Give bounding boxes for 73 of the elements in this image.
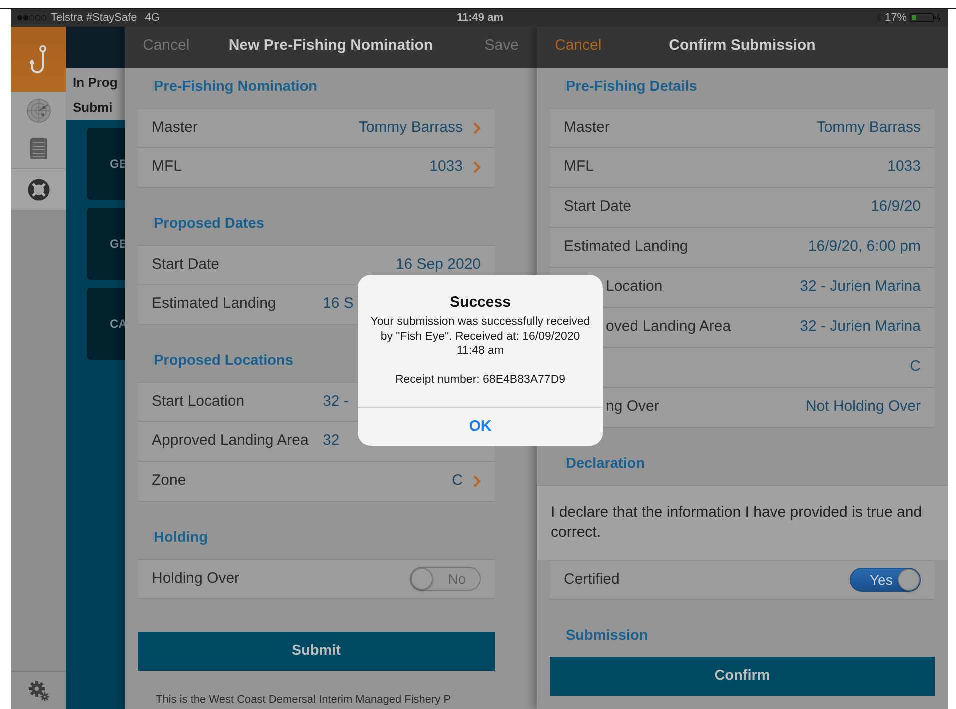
field-label: Approved Landing Area	[152, 431, 310, 452]
field-value: 16 Sep 2020	[396, 254, 481, 275]
field-label: oved Landing Area	[606, 317, 732, 338]
network-type: 4G	[145, 10, 160, 26]
field-label: Estimated Landing	[564, 237, 688, 258]
field-label: Start Date	[152, 254, 220, 275]
list-item[interactable]: Submi	[73, 95, 125, 120]
field-value: C	[452, 471, 463, 492]
battery-icon	[910, 13, 942, 23]
section-header: Declaration	[566, 455, 645, 474]
form-row[interactable]: Zone C	[138, 462, 495, 502]
field-value: 32 -	[323, 392, 349, 412]
form-row[interactable]: MFL 1033	[138, 148, 495, 188]
form-row[interactable]: MFL 1033	[550, 148, 935, 188]
form-row[interactable]: Start Date 16 Sep 2020	[138, 245, 495, 285]
field-label: Master	[564, 118, 610, 138]
field-label: MFL	[152, 157, 182, 178]
carrier-name: Telstra #StaySafe	[51, 10, 138, 26]
form-row[interactable]: Master Tommy Barrass	[138, 108, 495, 148]
lifebuoy-icon[interactable]	[28, 178, 50, 200]
section-header: Pre-Fishing Nomination	[154, 78, 318, 98]
field-label: Holding Over	[152, 568, 240, 589]
field-label: Start Location	[152, 392, 246, 412]
field-label: Master	[152, 118, 198, 138]
cancel-button[interactable]: Cancel	[555, 34, 602, 57]
section-header: Pre-Fishing Details	[566, 78, 698, 98]
list-item[interactable]: In Prog	[73, 70, 125, 95]
field-label: Zone	[152, 471, 186, 492]
section-header: Proposed Locations	[154, 352, 294, 372]
field-value: 32 - Jurien Marina	[800, 277, 921, 298]
field-value: Tommy Barrass	[816, 118, 921, 138]
field-value: C	[910, 357, 921, 378]
field-value: 32 - Jurien Marina	[800, 317, 921, 338]
form-row[interactable]: Estimated Landing 16/9/20, 6:00 pm	[550, 228, 935, 268]
field-value: 1033	[888, 157, 921, 178]
form-row[interactable]: Certified Yes	[550, 560, 935, 600]
section-header: Submission	[566, 627, 648, 646]
signal-icon	[17, 15, 47, 21]
section-header: Proposed Dates	[154, 215, 264, 234]
section-header: Holding	[154, 529, 208, 548]
ok-button[interactable]: OK	[358, 407, 603, 446]
field-value: 16/9/20, 6:00 pm	[808, 237, 921, 258]
form-row[interactable]: Start Date 16/9/20	[550, 188, 935, 228]
confirm-button[interactable]: Confirm	[550, 657, 935, 696]
clock-time: 11:49 am	[457, 10, 504, 26]
save-button[interactable]: Save	[484, 34, 519, 57]
app-tile[interactable]	[11, 27, 66, 92]
radar-icon[interactable]	[26, 98, 52, 124]
hook-icon[interactable]	[30, 44, 48, 74]
cancel-button[interactable]: Cancel	[143, 34, 190, 57]
field-label: ng Over	[606, 397, 660, 418]
field-label: Certified	[564, 570, 620, 590]
toggle-switch[interactable]: Yes	[850, 568, 921, 592]
footer-text: This is the West Coast Demersal Interim Managed Fishery P	[155, 694, 452, 706]
field-value: Tommy Barrass	[358, 118, 463, 138]
field-value: 32	[323, 431, 340, 452]
nav-title: New Pre-Fishing Nomination	[228, 36, 434, 56]
field-label: MFL	[564, 157, 594, 178]
field-label: Start Date	[564, 197, 632, 218]
nav-title: Confirm Submission	[669, 36, 816, 56]
field-value: Not Holding Over	[806, 397, 921, 418]
field-value: 1033	[430, 157, 463, 178]
submit-button[interactable]: Submit	[138, 632, 495, 671]
battery-percent: 17%	[884, 10, 907, 26]
form-row[interactable]: Master Tommy Barrass	[550, 108, 935, 148]
field-label: Location	[606, 277, 663, 298]
declaration-text: I declare that the information I have provided is true and correct.	[537, 485, 948, 560]
form-row[interactable]: Holding Over No	[138, 559, 495, 599]
list-icon[interactable]	[30, 138, 48, 160]
field-label: Estimated Landing	[152, 294, 278, 314]
field-value: 16 S	[323, 294, 354, 314]
field-value: 16/9/20	[870, 197, 921, 218]
settings-icon[interactable]	[28, 680, 50, 702]
